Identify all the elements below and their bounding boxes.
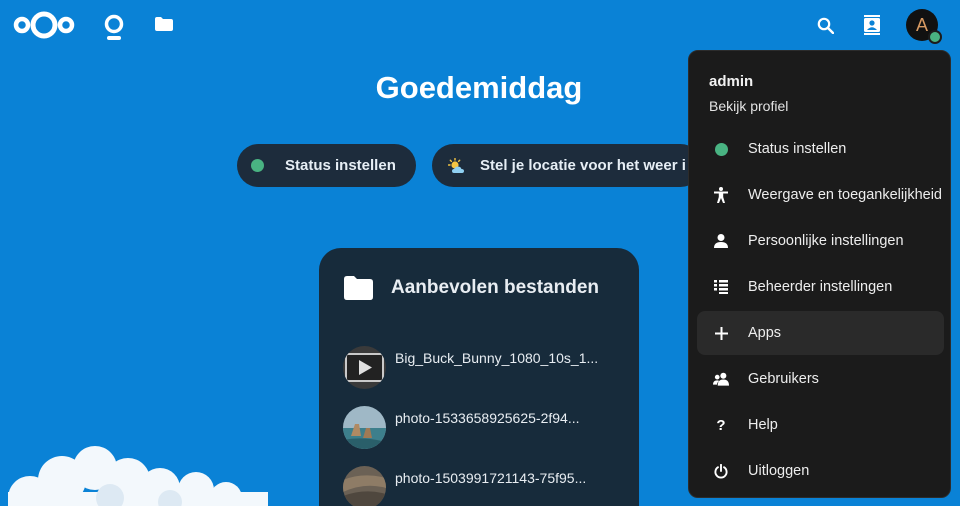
folder-icon [344,276,373,300]
video-thumbnail [343,345,386,389]
admin-settings-icon [713,279,729,295]
help-icon: ? [716,416,726,434]
power-icon [713,463,729,479]
menu-item-label: Beheerder instellingen [748,279,893,295]
dashboard-icon[interactable] [101,10,127,46]
widget-title: Aanbevolen bestanden [391,277,599,298]
user-menu-dropdown: admin Bekijk profiel Status instellen We… [688,50,951,498]
contacts-icon[interactable] [860,12,884,38]
file-name: Big_Buck_Bunny_1080_10s_1... [395,350,599,366]
file-item[interactable]: photo-1503991721143-75f95... [343,464,623,506]
widget-header: Aanbevolen bestanden [344,276,599,300]
menu-item-label: Help [748,417,778,433]
menu-item-admin-settings[interactable]: Beheerder instellingen [697,265,944,309]
folder-icon[interactable] [152,12,176,36]
avatar[interactable]: A [906,9,942,44]
weather-location-label: Stel je locatie voor het weer i [480,157,686,174]
online-status-indicator [928,30,942,44]
file-name: photo-1503991721143-75f95... [395,470,587,486]
person-icon [713,233,729,249]
menu-item-label: Status instellen [748,141,847,157]
recommended-files-widget: Aanbevolen bestanden Big_Buck_Bunny_1080… [319,248,639,506]
menu-item-logout[interactable]: Uitloggen [697,449,944,493]
top-header: A [0,0,960,50]
menu-item-users[interactable]: Gebruikers [697,357,944,401]
plus-icon [713,325,729,341]
status-dot-icon [251,159,264,172]
set-status-label: Status instellen [285,157,396,174]
menu-item-help[interactable]: ? Help [697,403,944,447]
file-item[interactable]: Big_Buck_Bunny_1080_10s_1... [343,344,623,390]
menu-item-status[interactable]: Status instellen [697,127,944,171]
search-icon[interactable] [813,12,837,38]
file-item[interactable]: photo-1533658925625-2f94... [343,404,623,450]
nextcloud-logo[interactable] [13,10,75,40]
menu-item-label: Gebruikers [748,371,819,387]
menu-item-personal-settings[interactable]: Persoonlijke instellingen [697,219,944,263]
canyon-photo-thumbnail [343,465,386,506]
background-clouds [0,440,280,506]
status-dot-icon [713,141,729,157]
menu-user-header: admin Bekijk profiel [709,73,788,114]
accessibility-icon [713,187,729,203]
menu-item-label: Weergave en toegankelijkheid [748,187,943,203]
menu-item-accessibility[interactable]: Weergave en toegankelijkheid [697,173,944,217]
file-name: photo-1533658925625-2f94... [395,410,580,426]
menu-item-label: Persoonlijke instellingen [748,233,904,249]
users-icon [713,371,729,387]
view-profile-link[interactable]: Bekijk profiel [709,98,788,114]
weather-sun-cloud-icon [448,157,466,174]
menu-username: admin [709,73,754,90]
avatar-initial: A [915,14,928,35]
set-status-button[interactable]: Status instellen [237,144,416,187]
menu-item-apps[interactable]: Apps [697,311,944,355]
coast-photo-thumbnail [343,405,386,449]
set-weather-location-button[interactable]: Stel je locatie voor het weer i [432,144,702,187]
menu-item-label: Uitloggen [748,463,810,479]
menu-item-label: Apps [748,325,782,341]
